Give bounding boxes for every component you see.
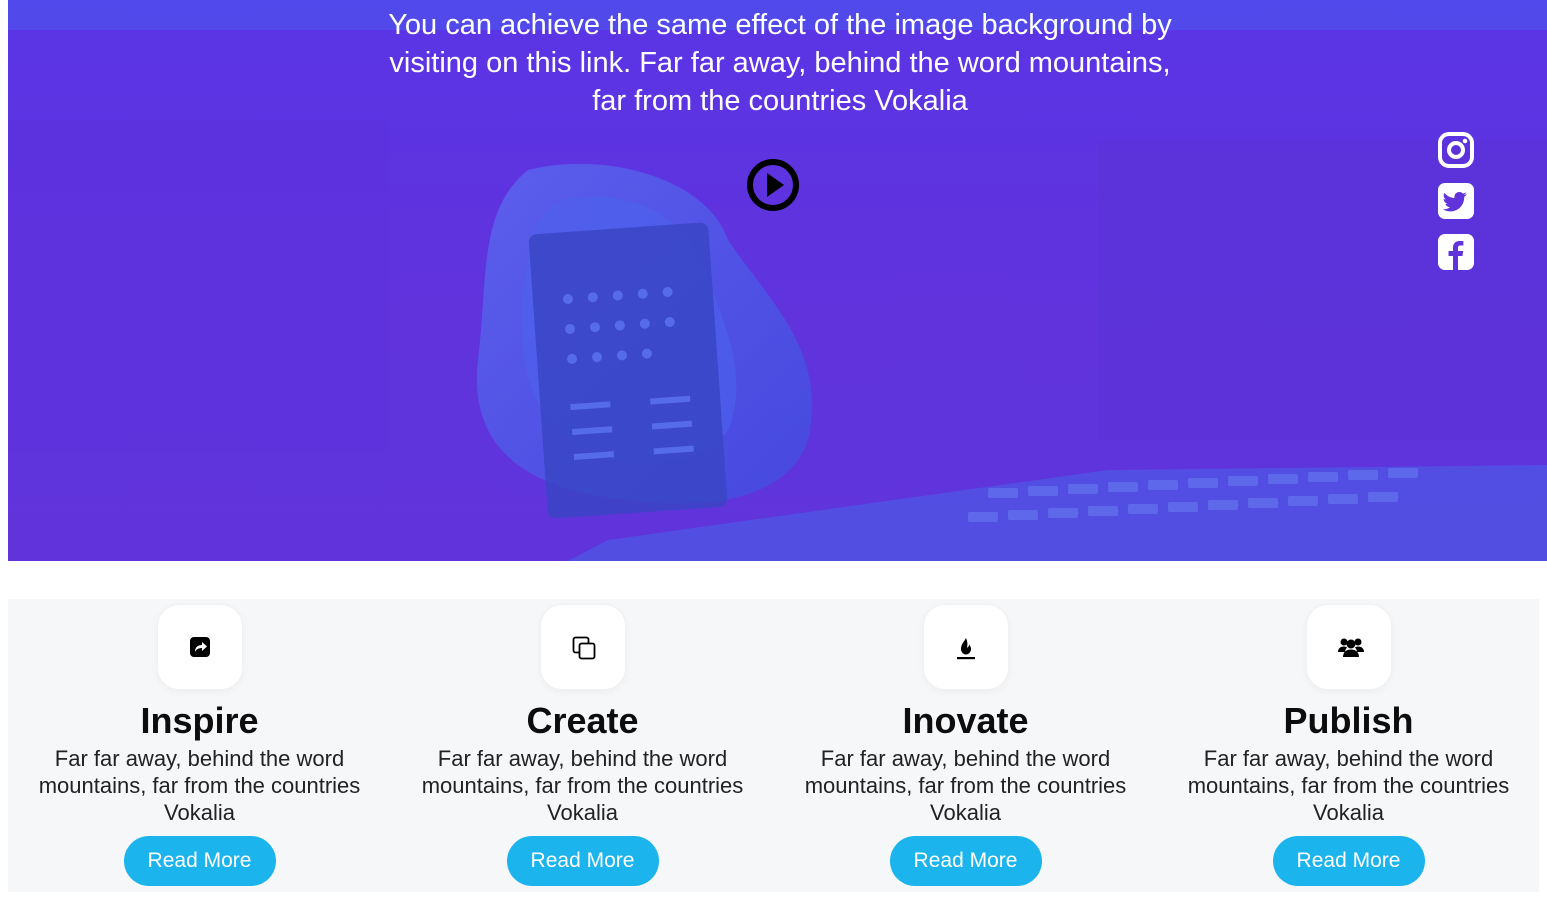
play-circle-icon xyxy=(747,159,799,211)
feature-icon-box xyxy=(539,604,626,690)
read-more-button[interactable]: Read More xyxy=(889,836,1042,886)
twitter-link[interactable] xyxy=(1437,182,1475,220)
instagram-link[interactable] xyxy=(1437,131,1475,169)
feature-card-inovate: Inovate Far far away, behind the word mo… xyxy=(774,599,1157,892)
hero-text: You can achieve the same effect of the i… xyxy=(388,9,1172,117)
play-button[interactable] xyxy=(746,158,800,212)
facebook-icon xyxy=(1438,234,1474,270)
read-more-button[interactable]: Read More xyxy=(506,836,659,886)
feature-title: Publish xyxy=(1283,700,1414,741)
read-more-button[interactable]: Read More xyxy=(123,836,276,886)
feature-card-inspire: Inspire Far far away, behind the word mo… xyxy=(8,599,391,892)
feature-description: Far far away, behind the word mountains,… xyxy=(1187,746,1510,825)
feature-icon-box xyxy=(1305,604,1392,690)
copy-icon xyxy=(572,636,595,660)
users-icon xyxy=(1337,638,1364,657)
feature-card-publish: Publish Far far away, behind the word mo… xyxy=(1157,599,1540,892)
read-more-button[interactable]: Read More xyxy=(1272,836,1425,886)
feature-icon-box xyxy=(922,604,1009,690)
instagram-icon xyxy=(1438,132,1474,168)
share-square-icon xyxy=(189,637,210,657)
fire-burner-icon xyxy=(956,638,975,660)
social-links xyxy=(1437,131,1477,284)
feature-description: Far far away, behind the word mountains,… xyxy=(804,746,1127,825)
feature-title: Inovate xyxy=(902,700,1029,741)
feature-title: Create xyxy=(526,700,639,741)
feature-card-create: Create Far far away, behind the word mou… xyxy=(391,599,774,892)
feature-icon-box xyxy=(156,604,243,690)
feature-description: Far far away, behind the word mountains,… xyxy=(38,746,361,825)
features-section: Inspire Far far away, behind the word mo… xyxy=(8,599,1539,892)
twitter-icon xyxy=(1438,183,1474,219)
hero-section: You can achieve the same effect of the i… xyxy=(8,0,1547,561)
facebook-link[interactable] xyxy=(1437,233,1475,271)
feature-description: Far far away, behind the word mountains,… xyxy=(421,746,744,825)
feature-title: Inspire xyxy=(140,700,259,741)
